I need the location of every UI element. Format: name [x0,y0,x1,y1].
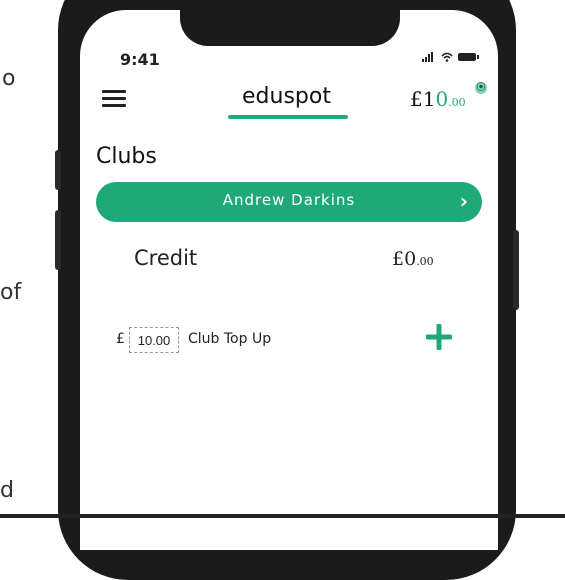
credit-value: £0.00 [392,248,434,270]
student-selector[interactable]: Andrew Darkins › [96,182,482,222]
background-text-middle: of [0,280,22,305]
topup-amount-input[interactable] [129,327,179,353]
background-text-top: o [2,66,16,91]
credit-label: Credit [134,246,198,270]
battery-icon [458,53,479,61]
currency-symbol: £ [116,331,125,347]
menu-icon[interactable] [102,90,126,108]
plus-icon[interactable] [424,322,454,352]
coin-icon: ⦿ [475,82,487,94]
balance-cents: .00 [448,96,466,109]
divider-bar [0,514,565,518]
topup-label: Club Top Up [188,331,272,347]
credit-cents: .00 [416,255,434,268]
page-title: Clubs [96,144,157,169]
volume-button [55,150,61,190]
notch [180,10,400,46]
volume-button [55,210,61,270]
student-name: Andrew Darkins [222,191,356,209]
brand-underline [228,115,348,119]
credit-amount: £0 [392,248,417,270]
club-topup-row: £ Club Top Up [116,324,466,356]
balance-zero: 0 [435,87,449,111]
brand-logo: eduspot [242,84,331,109]
balance-currency-whole: £1 [410,87,436,111]
wifi-icon [441,52,453,62]
status-icons [422,51,484,66]
header-balance[interactable]: £10.00 [410,87,466,111]
chevron-right-icon: › [459,189,468,213]
signal-icon [422,52,433,62]
power-button [513,230,519,310]
status-time: 9:41 [120,50,160,69]
phone-screen: 9:41 eduspot £10.00 ⦿ Clubs Andrew Darki… [80,10,498,550]
background-text-bottom: d [0,478,14,503]
